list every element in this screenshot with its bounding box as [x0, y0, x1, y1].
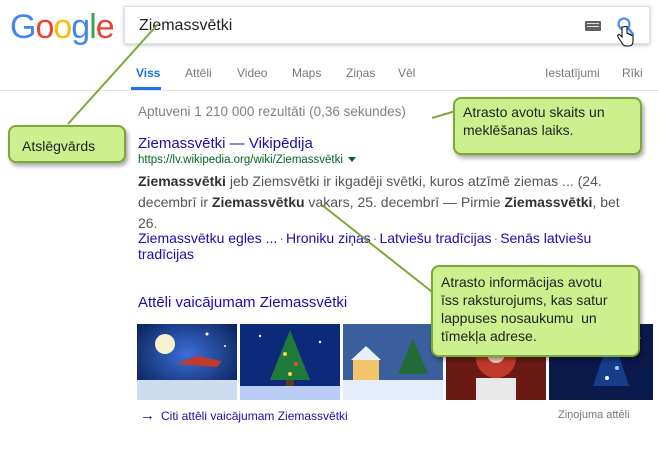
callout-keyword: Atslēgvārds — [8, 125, 126, 163]
callout-line: īss raksturojums, kas satur — [441, 292, 608, 308]
callout-line: Atrasto avotu skaits un — [463, 104, 605, 120]
callout-line: meklēšanas laiks. — [463, 122, 574, 138]
callout-stats: Atrasto avotu skaits un meklēšanas laiks… — [453, 97, 642, 155]
callout-lines — [67, 23, 460, 296]
callout-summary: Atrasto informācijas avotu īss raksturoj… — [431, 265, 640, 357]
callout-line: tīmekļa adrese. — [441, 328, 537, 344]
callout-text: Atslēgvārds — [22, 138, 96, 154]
callout-line: Atrasto informācijas avotu — [441, 274, 603, 290]
callout-line: lappuses nosaukumu un — [441, 310, 597, 326]
